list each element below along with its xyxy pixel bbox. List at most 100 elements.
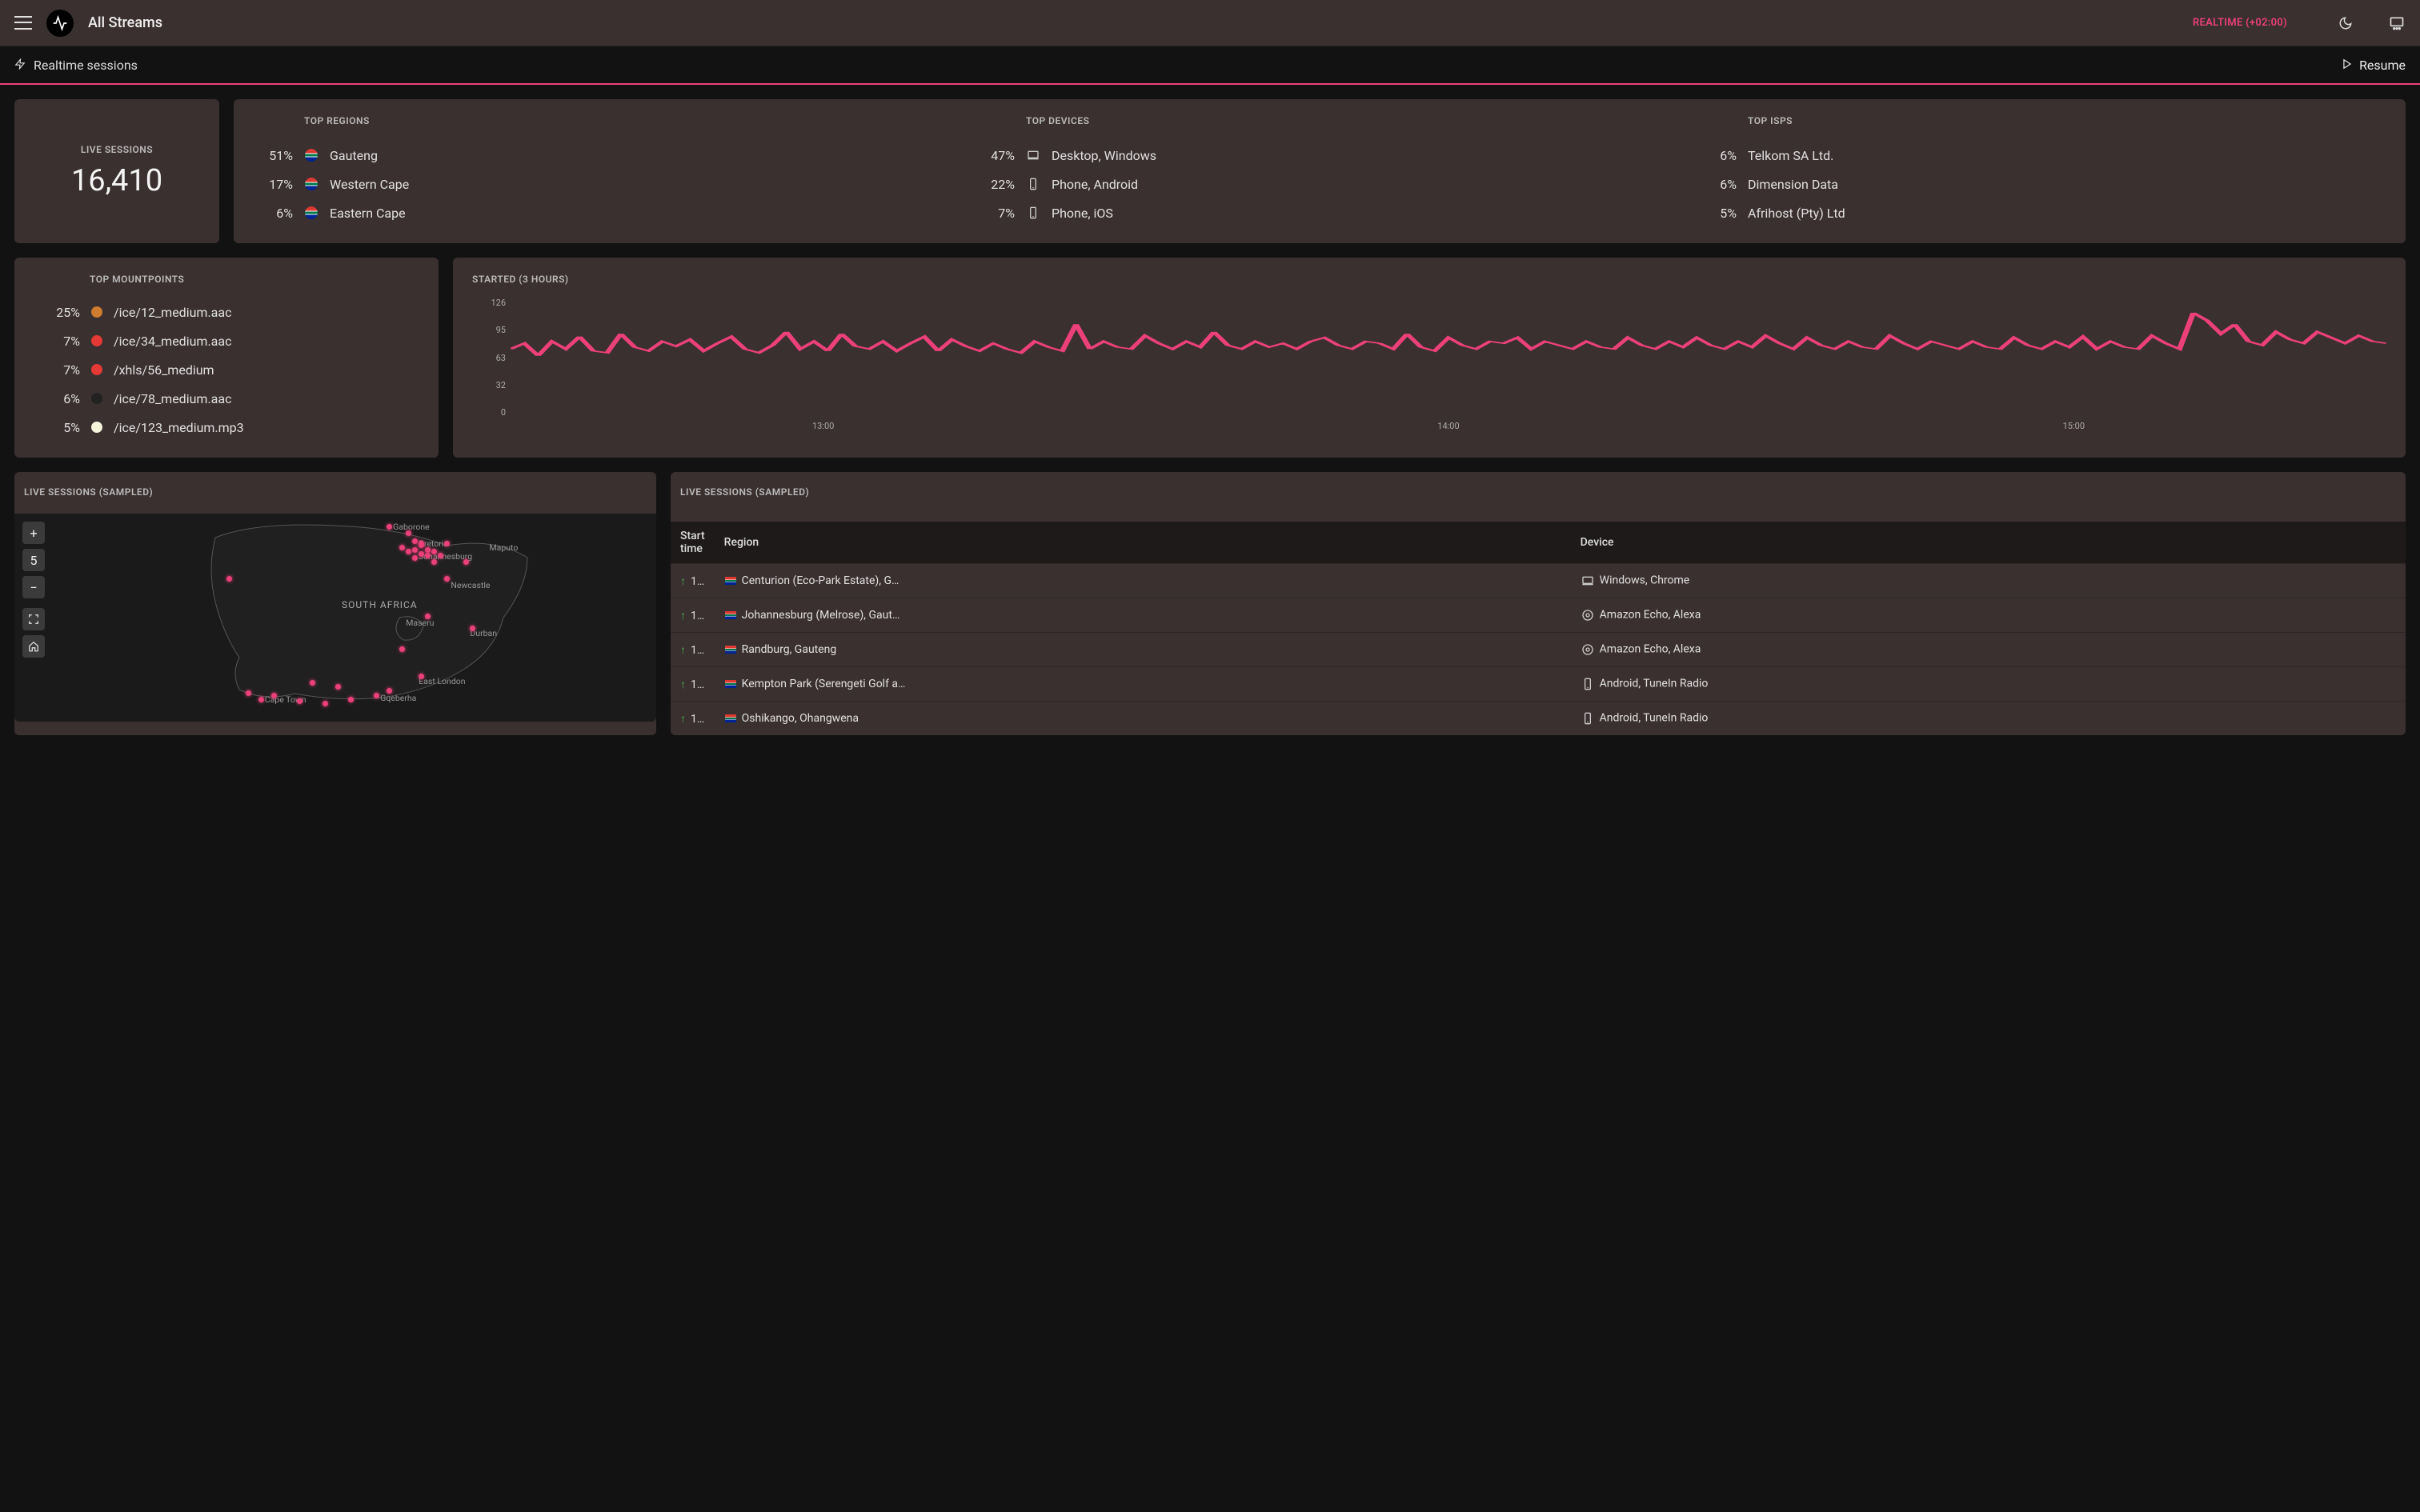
top-isp-item[interactable]: 6% Telkom SA Ltd. (1697, 141, 2386, 170)
flag-icon (304, 177, 319, 191)
pct: 7% (34, 334, 80, 349)
map-session-dot (348, 697, 354, 702)
pct: 47% (975, 148, 1015, 163)
table-header[interactable]: Start time (671, 522, 715, 564)
top-region-item[interactable]: 51% Gauteng (253, 141, 943, 170)
map-label: Gaborone (393, 522, 430, 532)
y-tick: 32 (496, 380, 506, 390)
phone-icon (1581, 711, 1595, 726)
mountpoint-item[interactable]: 5% /ice/123_medium.mp3 (34, 413, 419, 442)
fullscreen-button[interactable] (22, 608, 45, 630)
table-row[interactable]: ↑15:26:52 Kempton Park (Serengeti Golf a… (671, 667, 2406, 702)
cell-device: Android, TuneIn Radio (1571, 667, 2406, 702)
top-devices-title: TOP DEVICES (975, 115, 1665, 126)
region-name: Eastern Cape (330, 206, 406, 221)
home-button[interactable] (22, 635, 45, 658)
laptop-icon (1581, 574, 1595, 588)
cell-start-time: ↑15:35:43 (671, 598, 715, 633)
map-label: Newcastle (451, 580, 490, 590)
mountpoint-path: /ice/34_medium.aac (114, 334, 231, 349)
flag-icon (724, 645, 737, 654)
region-name: Western Cape (330, 177, 409, 192)
tab-realtime-sessions[interactable]: Realtime sessions (14, 58, 138, 73)
top-mountpoints-title: TOP MOUNTPOINTS (34, 274, 419, 285)
resume-label: Resume (2359, 58, 2406, 73)
top-region-item[interactable]: 17% Western Cape (253, 170, 943, 198)
zoom-in-button[interactable]: + (22, 522, 45, 544)
mountpoint-item[interactable]: 6% /ice/78_medium.aac (34, 384, 419, 413)
dark-mode-toggle[interactable] (2337, 14, 2354, 32)
app-logo (46, 10, 74, 37)
speaker-icon (1581, 642, 1595, 657)
map-title: LIVE SESSIONS (SAMPLED) (14, 472, 656, 501)
map-session-dot (246, 690, 251, 696)
top-devices-col: TOP DEVICES 47% Desktop, Windows 22% Pho… (975, 115, 1665, 227)
cell-region: Kempton Park (Serengeti Golf a… (715, 667, 1571, 702)
top-isp-item[interactable]: 6% Dimension Data (1697, 170, 2386, 198)
sessions-table-title: LIVE SESSIONS (SAMPLED) (671, 472, 2406, 509)
realtime-indicator[interactable]: REALTIME (+02:00) (2193, 17, 2287, 29)
top-device-item[interactable]: 7% Phone, iOS (975, 198, 1665, 227)
arrow-up-icon: ↑ (680, 678, 686, 691)
table-header[interactable]: Region (715, 522, 1571, 564)
pct: 51% (253, 148, 293, 163)
map-label: Maputo (489, 542, 518, 553)
cell-start-time: ↑15:20:32 (671, 702, 715, 736)
map-card: LIVE SESSIONS (SAMPLED) + 5 − GaboronePr (14, 472, 656, 735)
table-row[interactable]: ↑15:26:29 Randburg, Gauteng Amazon Echo,… (671, 633, 2406, 667)
cast-button[interactable] (2388, 14, 2406, 32)
resume-button[interactable]: Resume (2342, 58, 2406, 73)
map-label: SOUTH AFRICA (342, 599, 418, 610)
cell-device: Windows, Chrome (1571, 564, 2406, 598)
table-row[interactable]: ↑15:35:43 Johannesburg (Melrose), Gaut… … (671, 598, 2406, 633)
pct: 22% (975, 177, 1015, 192)
map-session-dot (419, 541, 424, 546)
map-label: East London (419, 676, 465, 686)
flag-icon (724, 610, 737, 620)
sessions-table-card: LIVE SESSIONS (SAMPLED) Start timeRegion… (671, 472, 2406, 735)
table-row[interactable]: ↑15:33:46 Centurion (Eco-Park Estate), G… (671, 564, 2406, 598)
top-mountpoints-card: TOP MOUNTPOINTS 25% /ice/12_medium.aac 7… (14, 258, 439, 458)
y-tick: 126 (491, 298, 506, 308)
map-session-dot (310, 680, 315, 686)
map-session-dot (323, 701, 328, 706)
device-name: Phone, iOS (1052, 206, 1113, 221)
mountpoint-item[interactable]: 7% /ice/34_medium.aac (34, 326, 419, 355)
map-canvas[interactable]: + 5 − GaboronePretoriaJohannesburgMaputo… (14, 514, 656, 722)
pct: 5% (34, 420, 80, 435)
table-row[interactable]: ↑15:20:32 Oshikango, Ohangwena Android, … (671, 702, 2406, 736)
line-chart: 1269563320 13:0014:0015:00 (472, 298, 2386, 435)
cell-start-time: ↑15:26:52 (671, 667, 715, 702)
mountpoint-icon (91, 422, 102, 433)
mountpoint-item[interactable]: 7% /xhls/56_medium (34, 355, 419, 384)
top-isp-item[interactable]: 5% Afrihost (Pty) Ltd (1697, 198, 2386, 227)
zoom-out-button[interactable]: − (22, 576, 45, 598)
cell-region: Randburg, Gauteng (715, 633, 1571, 667)
top-regions-title: TOP REGIONS (253, 115, 943, 126)
top-device-item[interactable]: 47% Desktop, Windows (975, 141, 1665, 170)
pct: 6% (1697, 148, 1737, 163)
map-session-dot (412, 547, 418, 553)
top-device-item[interactable]: 22% Phone, Android (975, 170, 1665, 198)
cell-start-time: ↑15:33:46 (671, 564, 715, 598)
top-region-item[interactable]: 6% Eastern Cape (253, 198, 943, 227)
top-isps-col: TOP ISPS 6% Telkom SA Ltd. 6% Dimension … (1697, 115, 2386, 227)
map-label: Maseru (406, 618, 434, 628)
mountpoint-path: /ice/123_medium.mp3 (114, 420, 244, 435)
isp-name: Afrihost (Pty) Ltd (1748, 206, 1845, 221)
lightning-icon (14, 58, 26, 73)
region-name: Gauteng (330, 148, 378, 163)
flag-icon (724, 679, 737, 689)
pct: 6% (1697, 177, 1737, 192)
speaker-icon (1581, 608, 1595, 622)
table-header[interactable]: Device (1571, 522, 2406, 564)
cell-start-time: ↑15:26:29 (671, 633, 715, 667)
map-session-dot (406, 530, 411, 536)
map-session-dot (226, 576, 232, 582)
menu-button[interactable] (14, 14, 32, 32)
cell-device: Android, TuneIn Radio (1571, 702, 2406, 736)
flag-icon (304, 148, 319, 162)
map-session-dot (419, 551, 424, 557)
cell-device: Amazon Echo, Alexa (1571, 598, 2406, 633)
mountpoint-item[interactable]: 25% /ice/12_medium.aac (34, 298, 419, 326)
